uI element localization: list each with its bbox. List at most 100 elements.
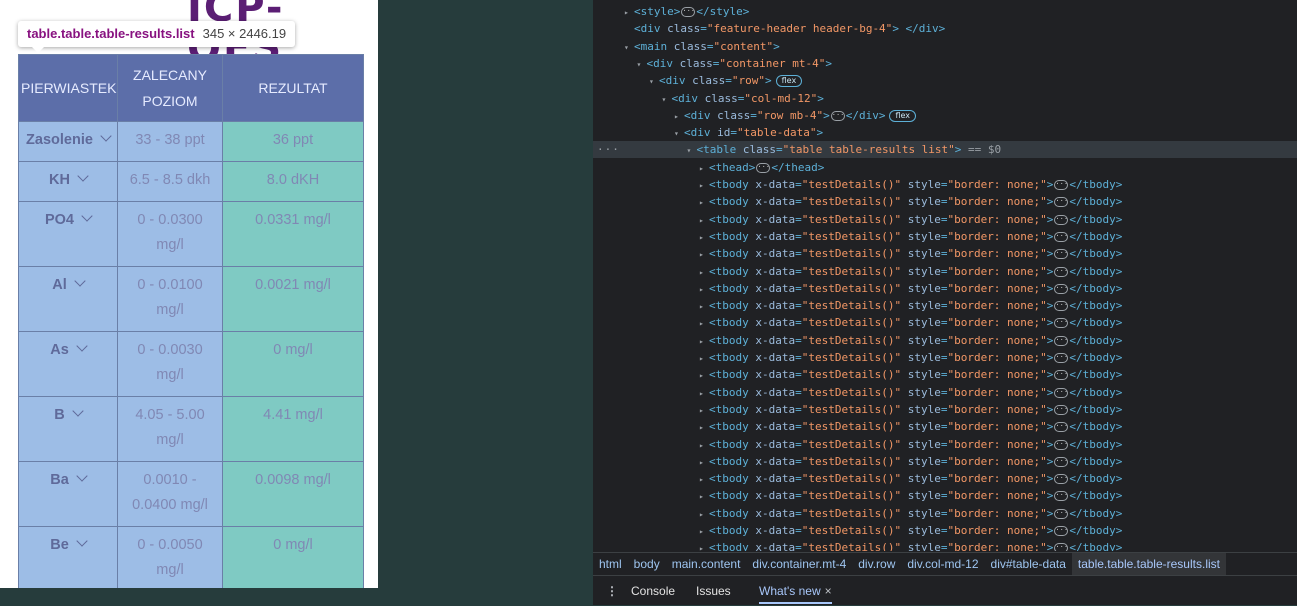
ellipsis-icon[interactable]: ··· bbox=[1054, 491, 1069, 502]
table-row[interactable]: B 4.05 - 5.00 mg/l 4.41 mg/l bbox=[18, 396, 364, 462]
chevron-down-icon[interactable] bbox=[74, 275, 86, 287]
element-cell[interactable]: Al bbox=[18, 266, 118, 332]
ellipsis-icon[interactable]: ··· bbox=[1054, 249, 1069, 260]
dom-node[interactable]: ▸ <tbody x-data="testDetails()" style="bo… bbox=[593, 314, 1297, 331]
breadcrumb-item[interactable]: main.content bbox=[666, 553, 747, 576]
expand-arrow-icon[interactable]: ▸ bbox=[624, 4, 634, 21]
expand-arrow-icon[interactable]: ▸ bbox=[699, 540, 709, 551]
tab-console[interactable]: Console bbox=[631, 576, 675, 606]
dom-node[interactable]: ▸ <tbody x-data="testDetails()" style="bo… bbox=[593, 176, 1297, 193]
expand-arrow-icon[interactable]: ▸ bbox=[699, 419, 709, 436]
dom-node[interactable]: ▸ <tbody x-data="testDetails()" style="bo… bbox=[593, 280, 1297, 297]
table-row[interactable]: PO4 0 - 0.0300 mg/l 0.0331 mg/l bbox=[18, 201, 364, 267]
close-icon[interactable]: × bbox=[825, 584, 832, 598]
drawer-menu-icon[interactable]: ⋮ bbox=[606, 576, 618, 606]
dom-node[interactable]: ▸ <tbody x-data="testDetails()" style="bo… bbox=[593, 505, 1297, 522]
expand-arrow-icon[interactable]: ▸ bbox=[699, 402, 709, 419]
dom-node[interactable]: ▸ <tbody x-data="testDetails()" style="bo… bbox=[593, 349, 1297, 366]
table-row[interactable]: Ba 0.0010 - 0.0400 mg/l 0.0098 mg/l bbox=[18, 461, 364, 527]
expand-arrow-icon[interactable]: ▸ bbox=[699, 350, 709, 367]
expand-arrow-icon[interactable]: ▸ bbox=[699, 437, 709, 454]
ellipsis-icon[interactable]: ··· bbox=[1054, 301, 1069, 312]
dom-node-selected[interactable]: ··· ▾ <table class="table table-results li… bbox=[593, 141, 1297, 159]
breadcrumb-item[interactable]: body bbox=[628, 553, 666, 576]
ellipsis-icon[interactable]: ··· bbox=[1054, 439, 1069, 450]
expand-arrow-icon[interactable]: ▸ bbox=[699, 523, 709, 540]
collapse-arrow-icon[interactable]: ▾ bbox=[674, 125, 684, 142]
dom-node[interactable]: ▸ <tbody x-data="testDetails()" style="bo… bbox=[593, 453, 1297, 470]
dom-node[interactable]: ▾ <div class="container mt-4"> bbox=[593, 55, 1297, 72]
dom-node[interactable]: ▸ <tbody x-data="testDetails()" style="bo… bbox=[593, 487, 1297, 504]
expand-arrow-icon[interactable]: ▸ bbox=[699, 264, 709, 281]
dom-node[interactable]: ▸ <tbody x-data="testDetails()" style="bo… bbox=[593, 539, 1297, 551]
ellipsis-icon[interactable]: ··· bbox=[1054, 180, 1069, 190]
ellipsis-icon[interactable]: ··· bbox=[1054, 335, 1069, 346]
dom-node[interactable]: <div class="feature-header header-bg-4">… bbox=[593, 20, 1297, 37]
dom-node[interactable]: ▸ <tbody x-data="testDetails()" style="bo… bbox=[593, 245, 1297, 262]
table-row[interactable]: Zasolenie 33 - 38 ppt 36 ppt bbox=[18, 121, 364, 162]
ellipsis-icon[interactable]: ··· bbox=[1054, 422, 1069, 433]
expand-arrow-icon[interactable]: ▸ bbox=[699, 488, 709, 505]
chevron-down-icon[interactable] bbox=[77, 170, 89, 182]
element-cell[interactable]: B bbox=[18, 396, 118, 462]
dom-node[interactable]: ▸ <tbody x-data="testDetails()" style="bo… bbox=[593, 522, 1297, 539]
tab-issues[interactable]: Issues bbox=[696, 576, 731, 606]
dom-node[interactable]: ▾ <div id="table-data"> bbox=[593, 124, 1297, 141]
expand-arrow-icon[interactable]: ▸ bbox=[699, 471, 709, 488]
dom-node[interactable]: ▸ <div class="row mb-4"> ···</div> flex bbox=[593, 107, 1297, 124]
ellipsis-icon[interactable]: ··· bbox=[1054, 370, 1069, 381]
element-cell[interactable]: As bbox=[18, 331, 118, 397]
collapse-arrow-icon[interactable]: ▾ bbox=[637, 56, 647, 73]
ellipsis-icon[interactable]: ··· bbox=[756, 162, 771, 173]
breadcrumb-item[interactable]: table.table.table-results.list bbox=[1071, 553, 1226, 576]
ellipsis-icon[interactable]: ··· bbox=[1054, 404, 1069, 415]
dom-node[interactable]: ▸ <tbody x-data="testDetails()" style="bo… bbox=[593, 401, 1297, 418]
ellipsis-icon[interactable]: ··· bbox=[1054, 266, 1069, 277]
element-cell[interactable]: PO4 bbox=[18, 201, 118, 267]
dom-node[interactable]: ▸ <tbody x-data="testDetails()" style="bo… bbox=[593, 418, 1297, 435]
ellipsis-icon[interactable]: ··· bbox=[1054, 387, 1069, 398]
element-cell[interactable]: KH bbox=[18, 161, 118, 202]
dom-node[interactable]: ▾ <div class="row"> flex bbox=[593, 72, 1297, 89]
ellipsis-icon[interactable]: ··· bbox=[830, 110, 845, 121]
expand-arrow-icon[interactable]: ▸ bbox=[699, 506, 709, 523]
dom-node[interactable]: ▸ <thead> ···</thead> bbox=[593, 159, 1297, 176]
expand-arrow-icon[interactable]: ▸ bbox=[699, 298, 709, 315]
expand-arrow-icon[interactable]: ▸ bbox=[699, 385, 709, 402]
expand-arrow-icon[interactable]: ▸ bbox=[699, 367, 709, 384]
breadcrumb-item[interactable]: html bbox=[593, 553, 628, 576]
expand-arrow-icon[interactable]: ▸ bbox=[699, 281, 709, 298]
expand-arrow-icon[interactable]: ▸ bbox=[699, 194, 709, 211]
chevron-down-icon[interactable] bbox=[72, 405, 84, 417]
table-row[interactable]: Be 0 - 0.0050 mg/l 0 mg/l bbox=[18, 526, 364, 588]
chevron-down-icon[interactable] bbox=[76, 470, 88, 482]
breadcrumb-item[interactable]: div.row bbox=[852, 553, 901, 576]
dom-node[interactable]: ▸ <style> ···</style> bbox=[593, 3, 1297, 20]
dom-node[interactable]: ▸ <tbody x-data="testDetails()" style="bo… bbox=[593, 470, 1297, 487]
ellipsis-icon[interactable]: ··· bbox=[1054, 318, 1069, 329]
expand-arrow-icon[interactable]: ▸ bbox=[699, 315, 709, 332]
ellipsis-icon[interactable]: ··· bbox=[1054, 474, 1069, 485]
collapse-arrow-icon[interactable]: ▾ bbox=[687, 142, 697, 159]
ellipsis-icon[interactable]: ··· bbox=[681, 7, 696, 17]
ellipsis-icon[interactable]: ··· bbox=[1054, 543, 1069, 551]
expand-arrow-icon[interactable]: ▸ bbox=[699, 454, 709, 471]
ellipsis-icon[interactable]: ··· bbox=[1054, 508, 1069, 519]
expand-arrow-icon[interactable]: ▸ bbox=[699, 177, 709, 194]
expand-arrow-icon[interactable]: ▸ bbox=[699, 160, 709, 177]
table-row[interactable]: KH 6.5 - 8.5 dkh 8.0 dKH bbox=[18, 161, 364, 202]
table-row[interactable]: As 0 - 0.0030 mg/l 0 mg/l bbox=[18, 331, 364, 397]
ellipsis-icon[interactable]: ··· bbox=[1054, 353, 1069, 363]
ellipsis-icon[interactable]: ··· bbox=[1054, 231, 1069, 242]
dom-node[interactable]: ▸ <tbody x-data="testDetails()" style="bo… bbox=[593, 332, 1297, 349]
element-cell[interactable]: Ba bbox=[18, 461, 118, 527]
expand-arrow-icon[interactable]: ▸ bbox=[699, 212, 709, 229]
chevron-down-icon[interactable] bbox=[81, 210, 93, 222]
breadcrumb-item[interactable]: div.col-md-12 bbox=[901, 553, 984, 576]
dom-node[interactable]: ▸ <tbody x-data="testDetails()" style="bo… bbox=[593, 384, 1297, 401]
collapse-arrow-icon[interactable]: ▾ bbox=[662, 91, 672, 108]
chevron-down-icon[interactable] bbox=[100, 130, 112, 142]
dom-node[interactable]: ▸ <tbody x-data="testDetails()" style="bo… bbox=[593, 436, 1297, 453]
ellipsis-icon[interactable]: ··· bbox=[1054, 283, 1069, 294]
tab-whats-new[interactable]: What's new × bbox=[759, 576, 832, 604]
